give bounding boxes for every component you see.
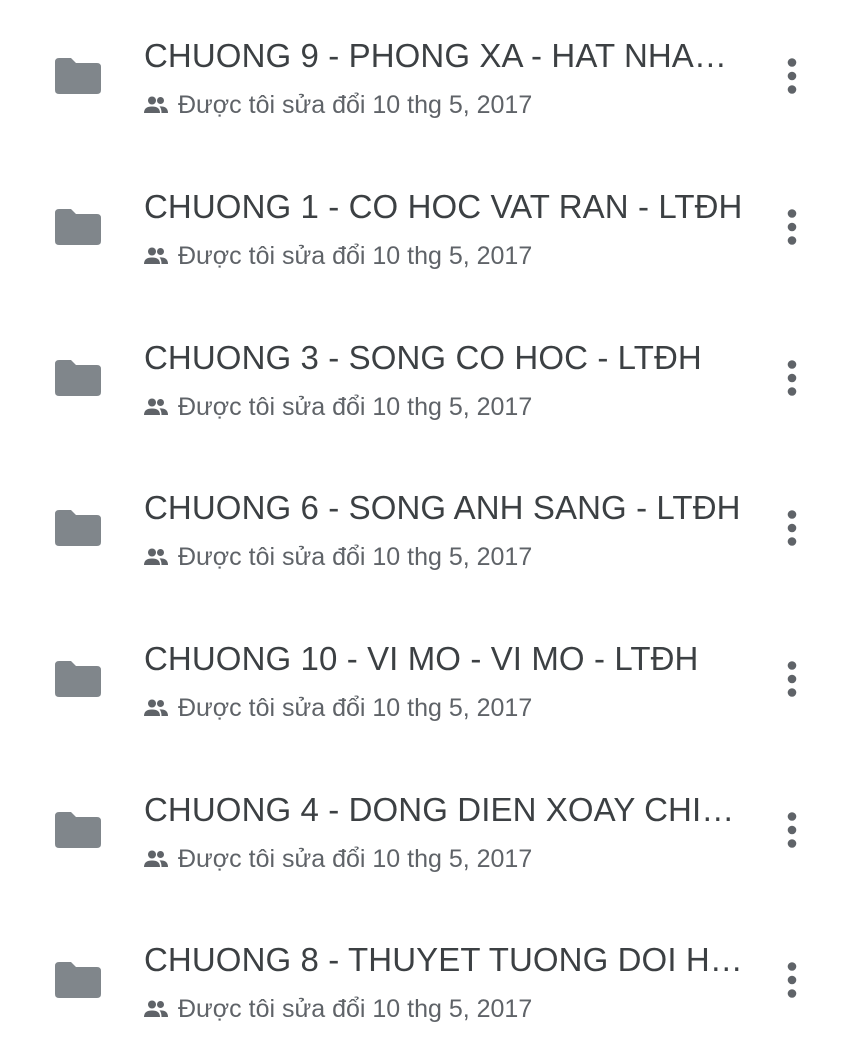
folder-row[interactable]: CHUONG 10 - VI MO - VI MO - LTĐH Được tô… — [0, 611, 844, 761]
file-list: CHUONG 9 - PHONG XA - HAT NHAN ... Được … — [0, 0, 844, 1024]
more-vert-icon — [787, 812, 797, 848]
modified-date: Được tôi sửa đổi 10 thg 5, 2017 — [178, 242, 533, 270]
modified-date: Được tôi sửa đổi 10 thg 5, 2017 — [178, 845, 533, 873]
folder-name: CHUONG 1 - CO HOC VAT RAN - LTĐH — [144, 188, 743, 225]
folder-row[interactable]: CHUONG 1 - CO HOC VAT RAN - LTĐH Được tô… — [0, 159, 844, 309]
folder-icon — [55, 58, 101, 94]
modified-date: Được tôi sửa đổi 10 thg 5, 2017 — [178, 91, 533, 119]
modified-date: Được tôi sửa đổi 10 thg 5, 2017 — [178, 995, 533, 1023]
folder-name: CHUONG 4 - DONG DIEN XOAY CHIEU... — [144, 791, 744, 828]
folder-name: CHUONG 10 - VI MO - VI MO - LTĐH — [144, 640, 699, 677]
folder-icon — [55, 661, 101, 697]
folder-icon — [55, 962, 101, 998]
shared-people-icon — [144, 699, 168, 716]
more-options-button[interactable] — [768, 46, 816, 106]
more-options-button[interactable] — [768, 950, 816, 1010]
folder-meta: Được tôi sửa đổi 10 thg 5, 2017 — [144, 842, 532, 876]
folder-icon — [55, 510, 101, 546]
folder-icon — [55, 360, 101, 396]
folder-name: CHUONG 6 - SONG ANH SANG - LTĐH — [144, 489, 741, 526]
more-options-button[interactable] — [768, 348, 816, 408]
more-vert-icon — [787, 209, 797, 245]
folder-icon — [55, 812, 101, 848]
modified-date: Được tôi sửa đổi 10 thg 5, 2017 — [178, 543, 533, 571]
modified-date: Được tôi sửa đổi 10 thg 5, 2017 — [178, 694, 533, 722]
folder-row[interactable]: CHUONG 3 - SONG CO HOC - LTĐH Được tôi s… — [0, 310, 844, 460]
more-options-button[interactable] — [768, 197, 816, 257]
folder-meta: Được tôi sửa đổi 10 thg 5, 2017 — [144, 88, 532, 122]
more-vert-icon — [787, 962, 797, 998]
folder-meta: Được tôi sửa đổi 10 thg 5, 2017 — [144, 540, 532, 574]
shared-people-icon — [144, 548, 168, 565]
folder-meta: Được tôi sửa đổi 10 thg 5, 2017 — [144, 691, 532, 725]
folder-icon — [55, 209, 101, 245]
shared-people-icon — [144, 1000, 168, 1017]
folder-row[interactable]: CHUONG 6 - SONG ANH SANG - LTĐH Được tôi… — [0, 460, 844, 610]
folder-row[interactable]: CHUONG 4 - DONG DIEN XOAY CHIEU... Được … — [0, 762, 844, 912]
folder-row[interactable]: CHUONG 8 - THUYET TUONG DOI HE... Được t… — [0, 912, 844, 1062]
more-vert-icon — [787, 510, 797, 546]
more-options-button[interactable] — [768, 800, 816, 860]
more-options-button[interactable] — [768, 649, 816, 709]
folder-name: CHUONG 3 - SONG CO HOC - LTĐH — [144, 339, 702, 376]
shared-people-icon — [144, 96, 168, 113]
folder-meta: Được tôi sửa đổi 10 thg 5, 2017 — [144, 992, 532, 1026]
shared-people-icon — [144, 850, 168, 867]
folder-meta: Được tôi sửa đổi 10 thg 5, 2017 — [144, 390, 532, 424]
more-vert-icon — [787, 360, 797, 396]
folder-name: CHUONG 8 - THUYET TUONG DOI HE... — [144, 941, 744, 978]
folder-name: CHUONG 9 - PHONG XA - HAT NHAN ... — [144, 37, 744, 74]
more-options-button[interactable] — [768, 498, 816, 558]
folder-row[interactable]: CHUONG 9 - PHONG XA - HAT NHAN ... Được … — [0, 8, 844, 158]
folder-meta: Được tôi sửa đổi 10 thg 5, 2017 — [144, 239, 532, 273]
shared-people-icon — [144, 247, 168, 264]
shared-people-icon — [144, 398, 168, 415]
modified-date: Được tôi sửa đổi 10 thg 5, 2017 — [178, 393, 533, 421]
more-vert-icon — [787, 661, 797, 697]
more-vert-icon — [787, 58, 797, 94]
